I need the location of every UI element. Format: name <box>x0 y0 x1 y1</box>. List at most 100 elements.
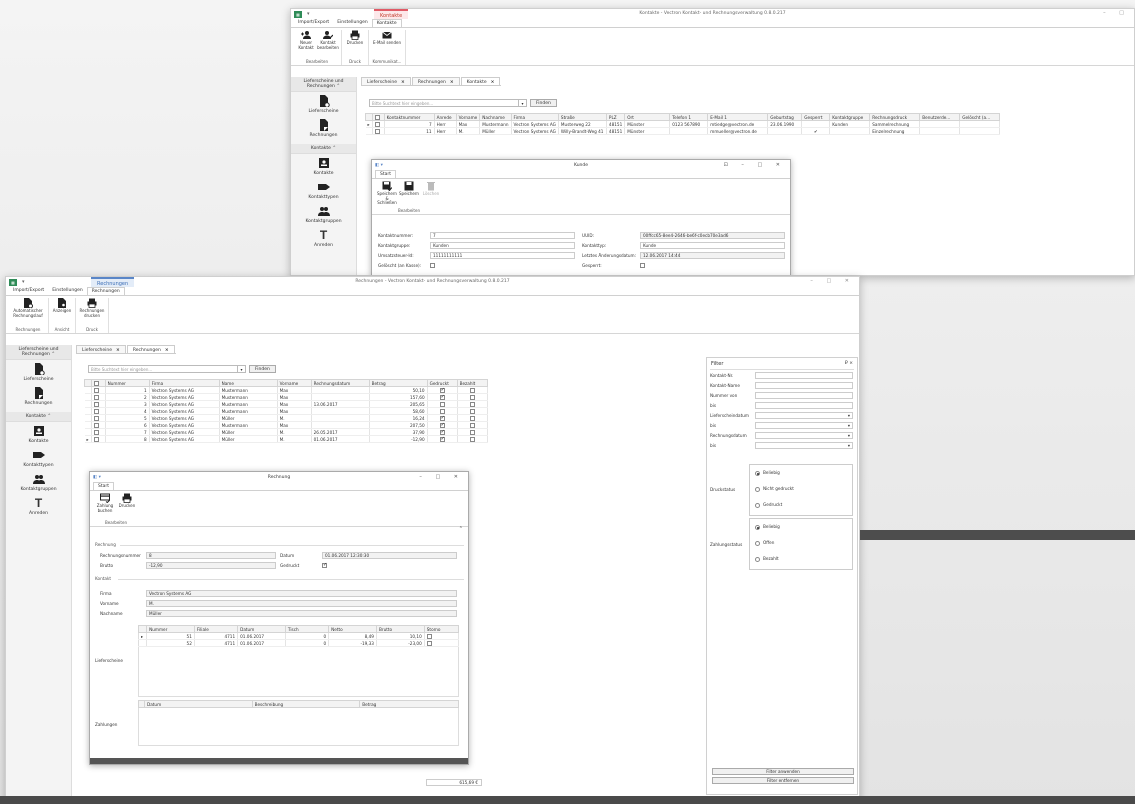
filter-input[interactable] <box>755 382 853 389</box>
save-close-button[interactable]: Speichern & Schließen <box>376 181 398 208</box>
nav-item-rechnungen[interactable]: Rechnungen <box>6 384 71 408</box>
row-select[interactable] <box>372 120 385 128</box>
filter-date-select[interactable]: ▾ <box>755 422 853 429</box>
checkbox[interactable] <box>439 429 445 435</box>
column-header[interactable]: PLZ <box>605 113 626 121</box>
table-row[interactable]: 3 Vectron Systems AG Mustermann Max 13.06.20… <box>84 400 488 408</box>
column-header[interactable]: Straße <box>557 113 607 121</box>
new-contact-button[interactable]: Neuer Kontakt <box>295 30 317 59</box>
checkbox[interactable] <box>93 387 99 393</box>
checkbox[interactable] <box>469 394 475 400</box>
checkbox[interactable] <box>439 436 445 442</box>
nav-section-lieferscheine-rechnungen[interactable]: Lieferscheine und Rechnungen ⌃ <box>6 345 71 360</box>
column-header[interactable]: Datum <box>143 700 253 708</box>
filter-date-select[interactable]: ▾ <box>755 412 853 419</box>
print-status-option-printed[interactable]: Gedruckt <box>755 502 782 508</box>
column-header[interactable]: Netto <box>328 625 377 633</box>
auto-invoice-run-button[interactable]: Automatischer Rechnungslauf <box>10 298 46 327</box>
row-select[interactable] <box>91 393 106 401</box>
checkbox[interactable] <box>469 422 475 428</box>
locked-checkbox[interactable] <box>640 263 645 268</box>
find-button[interactable]: Finden <box>530 98 557 107</box>
checkbox[interactable] <box>439 415 445 421</box>
column-header[interactable]: Beschreibung <box>251 700 361 708</box>
radio[interactable] <box>755 524 760 530</box>
payment-status-option-open[interactable]: Offen <box>755 540 774 546</box>
radio[interactable] <box>755 556 760 562</box>
nav-section-kontakte[interactable]: Kontakte ⌃ <box>6 412 71 422</box>
filter-date-select[interactable]: ▾ <box>755 432 853 439</box>
column-header[interactable]: Bezahlt <box>456 379 488 387</box>
column-header[interactable]: Benutzerde... <box>919 113 961 121</box>
checkbox[interactable] <box>439 387 445 393</box>
search-input[interactable]: Bitte Suchtext hier eingeben... <box>88 364 238 373</box>
radio[interactable] <box>755 502 760 508</box>
filter-input[interactable] <box>755 372 853 379</box>
table-row[interactable]: 5 Vectron Systems AG Müller M. 16,24 <box>84 414 488 422</box>
row-select[interactable] <box>372 127 385 135</box>
table-row[interactable]: 4 Vectron Systems AG Mustermann Max 58,60 <box>84 407 488 415</box>
table-row[interactable]: 1 Vectron Systems AG Mustermann Max 50,10 <box>84 386 488 394</box>
table-row[interactable]: 2 Vectron Systems AG Mustermann Max 157,60 <box>84 393 488 401</box>
tab-import-export[interactable]: Import/Export <box>9 287 48 295</box>
row-select[interactable] <box>91 435 106 443</box>
radio[interactable] <box>755 540 760 546</box>
print-status-option-not-printed[interactable]: Nicht gedruckt <box>755 486 794 492</box>
column-header[interactable]: Storno <box>423 625 460 633</box>
nav-section-lieferscheine-rechnungen[interactable]: Lieferscheine und Rechnungen ⌃ <box>291 77 356 92</box>
window-controls[interactable]: – □ ✕ <box>810 278 855 284</box>
chevron-down-icon[interactable]: ▾ <box>519 98 527 107</box>
collapse-ribbon-icon[interactable]: ⌃ <box>459 526 463 532</box>
checkbox[interactable] <box>93 422 99 428</box>
column-header[interactable]: Name <box>218 379 278 387</box>
radio[interactable] <box>755 486 760 492</box>
column-header[interactable]: Geburtstag <box>767 113 803 121</box>
window-controls[interactable]: – □ ✕ <box>419 474 464 480</box>
print-button[interactable]: Drucken <box>344 30 366 59</box>
tab-start[interactable]: Start <box>93 482 114 490</box>
checkbox[interactable] <box>374 128 380 134</box>
print-button[interactable]: Drucken <box>116 493 138 520</box>
checkbox[interactable] <box>469 401 475 407</box>
table-row[interactable]: ▸ 8 Vectron Systems AG Müller M. 01.06.2017 -1… <box>84 435 488 443</box>
table-row[interactable]: 52 4711 01.06.2017 0 -19,33 -23,00 <box>138 639 460 647</box>
payment-status-option-any[interactable]: Beliebig <box>755 524 780 530</box>
column-header[interactable]: Datum <box>237 625 286 633</box>
nav-item-kontaktgruppen[interactable]: Kontaktgruppen <box>6 470 71 494</box>
table-row[interactable]: 11 Herr M. Müller Vectron Systems AG Willy-Br… <box>365 127 1001 135</box>
send-email-button[interactable]: E-Mail senden <box>371 30 403 59</box>
checkbox[interactable] <box>93 415 99 421</box>
column-header[interactable]: E-Mail 1 <box>707 113 769 121</box>
checkbox[interactable] <box>469 408 475 414</box>
nav-item-anreden[interactable]: T Anreden <box>291 226 356 250</box>
nav-item-lieferscheine[interactable]: Lieferscheine <box>6 360 71 384</box>
doc-tab-lieferscheine[interactable]: Lieferscheine × <box>361 77 411 85</box>
checkbox[interactable] <box>439 408 445 414</box>
column-header[interactable]: Telefon 1 <box>669 113 709 121</box>
column-header[interactable]: Anrede <box>433 113 457 121</box>
column-header[interactable]: Gedruckt <box>426 379 458 387</box>
show-button[interactable]: Anzeigen <box>51 298 73 327</box>
checkbox[interactable] <box>374 121 380 127</box>
column-header[interactable]: Rechnungsdruck <box>869 113 921 121</box>
nav-item-lieferscheine[interactable]: Lieferscheine <box>291 92 356 116</box>
nav-item-kontakte[interactable]: Kontakte <box>291 154 356 178</box>
row-select[interactable] <box>91 428 106 436</box>
close-icon[interactable]: × <box>165 348 169 353</box>
checkbox[interactable] <box>93 436 99 442</box>
close-icon[interactable]: × <box>491 80 495 85</box>
checkbox[interactable] <box>426 633 432 639</box>
radio[interactable] <box>755 470 760 476</box>
table-row[interactable]: 6 Vectron Systems AG Mustermann Max 207,50 <box>84 421 488 429</box>
column-header[interactable]: Kontaktnummer <box>383 113 435 121</box>
checkbox[interactable] <box>93 408 99 414</box>
nav-item-kontakte[interactable]: Kontakte <box>6 422 71 446</box>
checkbox[interactable] <box>439 401 445 407</box>
print-invoices-button[interactable]: Rechnungen drucken <box>78 298 106 327</box>
contact-type-select[interactable]: Kunde <box>640 242 785 249</box>
nav-item-kontaktgruppen[interactable]: Kontaktgruppen <box>291 202 356 226</box>
doc-tab-rechnungen[interactable]: Rechnungen × <box>411 77 460 85</box>
row-select[interactable] <box>91 414 106 422</box>
filter-input[interactable] <box>755 402 853 409</box>
checkbox[interactable] <box>93 429 99 435</box>
